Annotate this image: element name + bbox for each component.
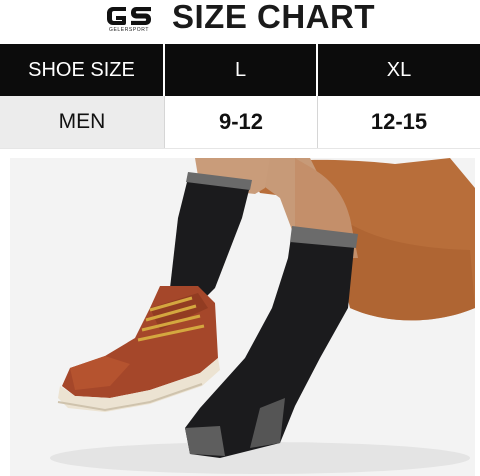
column-header-shoe-size: SHOE SIZE (0, 44, 165, 96)
cell-men-l: 9-12 (165, 96, 318, 148)
right-sock-toe (185, 426, 225, 456)
row-label-men: MEN (0, 96, 165, 148)
socks-photo-illustration (10, 158, 475, 476)
table-header-row: SHOE SIZE L XL (0, 44, 480, 96)
table-row: MEN 9-12 12-15 (0, 96, 480, 149)
page-title: SIZE CHART (172, 0, 375, 35)
cell-men-xl: 12-15 (370, 109, 428, 134)
size-table: SHOE SIZE L XL MEN 9-12 12-15 (0, 44, 480, 149)
product-photo (10, 158, 475, 476)
column-header-l: L (165, 44, 318, 96)
column-header-xl: XL (386, 58, 412, 81)
gs-logo-icon (107, 7, 151, 25)
logo-subtext: GELERSPORT (108, 27, 150, 33)
header: GELERSPORT SIZE CHART (0, 0, 480, 44)
